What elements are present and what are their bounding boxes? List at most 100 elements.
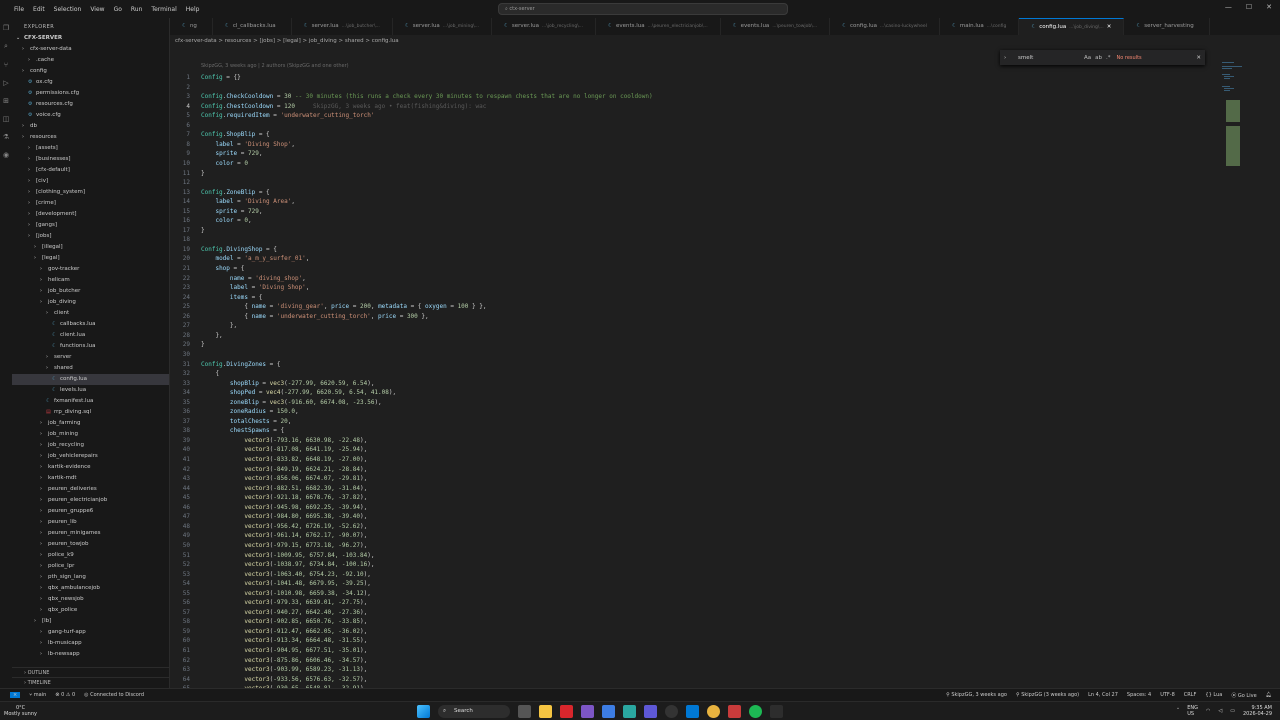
folder-item[interactable]: › [jobs]: [12, 231, 169, 242]
code-line[interactable]: 21 shop = {: [170, 264, 1220, 274]
menu-item-terminal[interactable]: Terminal: [151, 6, 176, 13]
folder-item[interactable]: › peuren_lib: [12, 517, 169, 528]
code-line[interactable]: 38 chestSpawns = {: [170, 426, 1220, 436]
folder-item[interactable]: › peuren_gruppe6: [12, 506, 169, 517]
run-debug-icon[interactable]: ▷: [3, 79, 8, 87]
folder-item[interactable]: › [cfx-default]: [12, 165, 169, 176]
close-icon[interactable]: ✕: [1107, 19, 1112, 36]
explorer-root[interactable]: ⌄ CFX-SERVER: [12, 33, 169, 44]
app-grid-icon[interactable]: [644, 705, 657, 718]
maximize-icon[interactable]: ☐: [1246, 3, 1252, 11]
code-line[interactable]: 32 {: [170, 369, 1220, 379]
code-line[interactable]: 55 vector3(-1010.98, 6659.38, -34.12),: [170, 589, 1220, 599]
code-line[interactable]: 36 zoneRadius = 150.0,: [170, 407, 1220, 417]
folder-item[interactable]: › job_butcher: [12, 286, 169, 297]
folder-item[interactable]: › job_vehiclerepairs: [12, 451, 169, 462]
chevron-right-icon[interactable]: ›: [1004, 55, 1006, 61]
folder-item[interactable]: › server: [12, 352, 169, 363]
file-item[interactable]: ☾ callbacks.lua: [12, 319, 169, 330]
editor-tab[interactable]: ☾ server_harvesting: [1124, 18, 1210, 35]
code-line[interactable]: 54 vector3(-1041.48, 6679.95, -39.25),: [170, 579, 1220, 589]
folder-item[interactable]: › [development]: [12, 209, 169, 220]
folder-item[interactable]: › [civ]: [12, 176, 169, 187]
remote-indicator[interactable]: ⨯: [10, 692, 21, 698]
code-line[interactable]: 30: [170, 350, 1220, 360]
cursor-position[interactable]: Ln 4, Col 27: [1088, 692, 1118, 699]
volume-icon[interactable]: ◁: [1218, 708, 1222, 714]
folder-item[interactable]: › [assets]: [12, 143, 169, 154]
code-line[interactable]: 17}: [170, 226, 1220, 236]
branch-indicator[interactable]: ⑂ main: [29, 692, 46, 698]
file-item[interactable]: ⚙ permissions.cfg: [12, 88, 169, 99]
folder-item[interactable]: › [legal]: [12, 253, 169, 264]
folder-item[interactable]: › qbx_police: [12, 605, 169, 616]
code-line[interactable]: 58 vector3(-902.85, 6650.76, -33.85),: [170, 617, 1220, 627]
code-line[interactable]: 7 Config.ShopBlip = {: [170, 130, 1220, 140]
folder-item[interactable]: › job_recycling: [12, 440, 169, 451]
code-line[interactable]: 24 items = {: [170, 293, 1220, 303]
folder-item[interactable]: › job_farming: [12, 418, 169, 429]
editor-tab[interactable]: ☾ ng: [170, 18, 213, 35]
code-line[interactable]: 35 zoneBlip = vec3(-916.60, 6674.08, -23…: [170, 398, 1220, 408]
code-line[interactable]: 42 vector3(-849.19, 6624.21, -28.84),: [170, 465, 1220, 475]
folder-item[interactable]: › job_diving: [12, 297, 169, 308]
code-line[interactable]: 4 Config.ChestCooldown = 120 SkipzGG, 3 we…: [170, 102, 1220, 112]
encoding[interactable]: UTF-8: [1160, 692, 1175, 699]
language-indicator[interactable]: ENG US: [1187, 705, 1198, 717]
folder-item[interactable]: › lb-newsapp: [12, 649, 169, 660]
code-line[interactable]: 39 vector3(-793.16, 6630.98, -22.48),: [170, 436, 1220, 446]
folder-item[interactable]: › qbx_ambulancejob: [12, 583, 169, 594]
code-line[interactable]: 37 totalChests = 20,: [170, 417, 1220, 427]
go-live-button[interactable]: ⦿ Go Live: [1231, 692, 1256, 699]
code-line[interactable]: 33 shopBlip = vec3(-277.99, 6620.59, 6.5…: [170, 379, 1220, 389]
folder-item[interactable]: › kartik-mdt: [12, 473, 169, 484]
folder-item[interactable]: › [businesses]: [12, 154, 169, 165]
command-center[interactable]: ⌕ ctx-server: [498, 3, 788, 15]
folder-item[interactable]: › peuren_towjob: [12, 539, 169, 550]
file-item[interactable]: ☾ config.lua: [12, 374, 169, 385]
chrome-icon[interactable]: [707, 705, 720, 718]
code-line[interactable]: 57 vector3(-940.27, 6642.40, -27.36),: [170, 608, 1220, 618]
code-line[interactable]: 59 vector3(-912.47, 6662.05, -36.02),: [170, 627, 1220, 637]
code-line[interactable]: 20 model = 'a_m_y_surfer_01',: [170, 254, 1220, 264]
code-editor[interactable]: SkipzGG, 3 weeks ago | 2 authors (SkipzG…: [170, 47, 1280, 688]
code-line[interactable]: 1 Config = {}: [170, 73, 1220, 83]
code-line[interactable]: 25 { name = 'diving_gear', price = 200, …: [170, 302, 1220, 312]
code-line[interactable]: 44 vector3(-882.51, 6682.39, -31.04),: [170, 484, 1220, 494]
folder-item[interactable]: › police_k9: [12, 550, 169, 561]
app-blue-icon[interactable]: [602, 705, 615, 718]
code-line[interactable]: 41 vector3(-833.82, 6648.19, -27.00),: [170, 455, 1220, 465]
code-line[interactable]: 52 vector3(-1038.97, 6734.84, -100.16),: [170, 560, 1220, 570]
code-line[interactable]: 51 vector3(-1009.95, 6757.84, -103.84),: [170, 551, 1220, 561]
folder-item[interactable]: › [gangs]: [12, 220, 169, 231]
folder-item[interactable]: › .cache: [12, 55, 169, 66]
app-red-icon[interactable]: [728, 705, 741, 718]
problems-indicator[interactable]: ⊗ 0 ⚠ 0: [55, 692, 75, 698]
source-control-icon[interactable]: ⑂: [4, 61, 8, 69]
code-line[interactable]: 45 vector3(-921.18, 6678.76, -37.82),: [170, 493, 1220, 503]
code-line[interactable]: 11}: [170, 169, 1220, 179]
breadcrumb[interactable]: cfx-server-data > resources > [jobs] > […: [170, 35, 1280, 47]
menu-item-go[interactable]: Go: [114, 6, 122, 13]
code-line[interactable]: 5 Config.requiredItem = 'underwater_cutti…: [170, 111, 1220, 121]
regex-icon[interactable]: .*: [1106, 55, 1111, 61]
editor-tab[interactable]: ☾ config.lua ...\casino-luckywheel: [830, 18, 940, 35]
code-line[interactable]: 50 vector3(-979.15, 6773.18, -96.27),: [170, 541, 1220, 551]
app-teal-icon[interactable]: [623, 705, 636, 718]
extensions-icon[interactable]: ⊞: [3, 97, 9, 105]
code-line[interactable]: 49 vector3(-961.14, 6762.17, -90.07),: [170, 531, 1220, 541]
code-line[interactable]: 56 vector3(-979.33, 6639.01, -27.75),: [170, 598, 1220, 608]
chevron-up-icon[interactable]: ˄: [1177, 708, 1180, 714]
file-item[interactable]: ☾ levels.lua: [12, 385, 169, 396]
editor-tab[interactable]: ☾ config.lua ...\job_diving\... ✕: [1019, 18, 1125, 36]
code-line[interactable]: 23 label = 'Diving Shop',: [170, 283, 1220, 293]
code-line[interactable]: 40 vector3(-817.08, 6641.19, -25.94),: [170, 445, 1220, 455]
folder-item[interactable]: › [illegal]: [12, 242, 169, 253]
code-line[interactable]: 34 shopPed = vec4(-277.99, 6620.59, 6.54…: [170, 388, 1220, 398]
code-line[interactable]: 2: [170, 83, 1220, 93]
code-line[interactable]: 63 vector3(-903.99, 6589.23, -31.13),: [170, 665, 1220, 675]
blame-status-right[interactable]: ⚲ SkipzGG (3 weeks ago): [1016, 692, 1079, 699]
menu-item-selection[interactable]: Selection: [54, 6, 82, 13]
code-line[interactable]: 61 vector3(-904.95, 6677.51, -35.01),: [170, 646, 1220, 656]
match-case-icon[interactable]: Aa: [1084, 55, 1091, 61]
